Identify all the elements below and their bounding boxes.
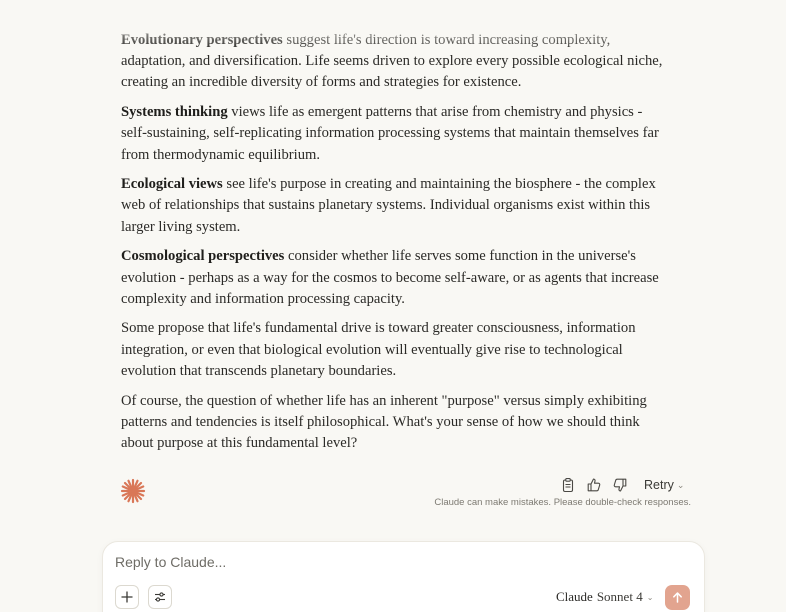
- message-actions: Retry ⌄: [560, 474, 684, 496]
- paragraph-heading: Cosmological perspectives: [121, 248, 285, 265]
- message-paragraph: Some propose that life's fundamental dri…: [121, 318, 666, 382]
- paragraph-heading: Ecological views: [121, 176, 223, 193]
- message-paragraph: Of course, the question of whether life …: [121, 391, 666, 455]
- message-paragraph: Cosmological perspectives consider wheth…: [121, 246, 666, 310]
- assistant-message: Evolutionary perspectives suggest life's…: [121, 30, 666, 463]
- sliders-icon: [155, 592, 165, 602]
- plus-icon: [121, 591, 133, 603]
- reply-composer: Claude Sonnet 4 ⌄: [102, 541, 705, 612]
- paragraph-text: Of course, the question of whether life …: [121, 392, 647, 451]
- send-button[interactable]: [665, 585, 690, 610]
- clipboard-icon[interactable]: [560, 477, 576, 493]
- top-divider: [0, 0, 786, 1]
- reply-input[interactable]: [115, 554, 675, 570]
- thumbs-up-icon[interactable]: [586, 477, 602, 493]
- model-name: Claude: [556, 589, 593, 604]
- arrow-up-icon: [673, 592, 682, 603]
- model-selector[interactable]: Claude Sonnet 4 ⌄: [556, 589, 653, 605]
- message-paragraph: Systems thinking views life as emergent …: [121, 102, 666, 166]
- chat-page: Evolutionary perspectives suggest life's…: [0, 0, 786, 612]
- message-paragraph: Ecological views see life's purpose in c…: [121, 174, 666, 238]
- message-paragraph: Evolutionary perspectives suggest life's…: [121, 30, 666, 94]
- paragraph-text: Some propose that life's fundamental dri…: [121, 320, 636, 379]
- model-version: Sonnet 4: [596, 589, 643, 604]
- retry-button[interactable]: Retry ⌄: [644, 478, 684, 492]
- chevron-down-icon: ⌄: [676, 479, 685, 490]
- paragraph-heading: Evolutionary perspectives: [121, 32, 283, 48]
- retry-label: Retry: [644, 478, 674, 492]
- claude-logo-icon: [120, 478, 146, 504]
- chevron-down-icon: ⌄: [646, 592, 654, 602]
- add-attachment-button[interactable]: [115, 585, 139, 609]
- paragraph-heading: Systems thinking: [121, 104, 228, 121]
- tools-options-button[interactable]: [148, 585, 172, 609]
- thumbs-down-icon[interactable]: [612, 477, 628, 493]
- disclaimer-text: Claude can make mistakes. Please double-…: [434, 497, 691, 508]
